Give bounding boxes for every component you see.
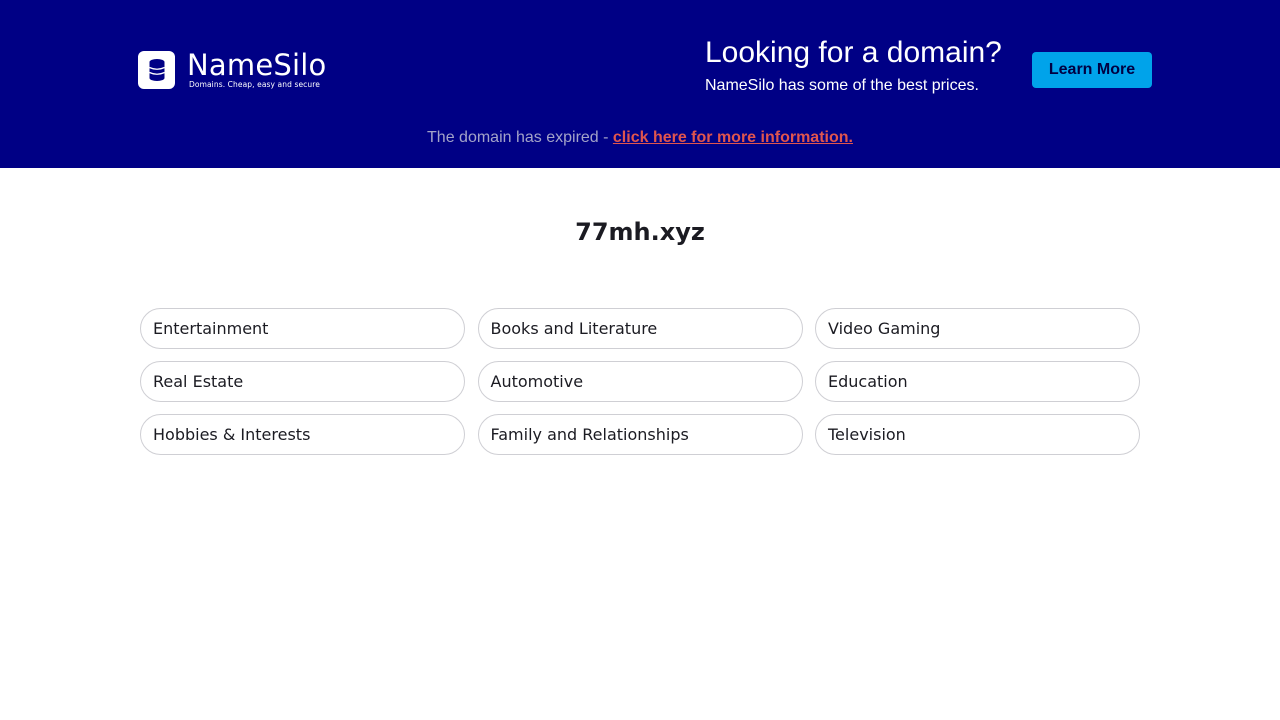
database-icon bbox=[138, 51, 175, 89]
category-link[interactable]: Television bbox=[815, 414, 1140, 455]
expired-notice: The domain has expired - click here for … bbox=[0, 128, 1280, 148]
category-link[interactable]: Family and Relationships bbox=[477, 414, 803, 455]
logo-name: NameSilo bbox=[187, 48, 327, 82]
expired-text: The domain has expired - bbox=[427, 129, 613, 146]
domain-title: 77mh.xyz bbox=[575, 218, 705, 246]
promo-banner: NameSilo Domains. Cheap, easy and secure… bbox=[0, 0, 1280, 168]
category-grid: Entertainment Books and Literature Video… bbox=[140, 308, 1140, 455]
promo-title: Looking for a domain? bbox=[705, 36, 1002, 69]
logo-text: NameSilo Domains. Cheap, easy and secure bbox=[187, 50, 326, 90]
category-link[interactable]: Books and Literature bbox=[477, 308, 803, 349]
category-link[interactable]: Entertainment bbox=[140, 308, 465, 349]
logo-tagline: Domains. Cheap, easy and secure bbox=[189, 80, 320, 89]
category-link[interactable]: Education bbox=[815, 361, 1140, 402]
category-link[interactable]: Automotive bbox=[477, 361, 803, 402]
learn-more-button[interactable]: Learn More bbox=[1032, 52, 1152, 88]
category-link[interactable]: Video Gaming bbox=[815, 308, 1140, 349]
more-info-link[interactable]: click here for more information. bbox=[613, 129, 853, 146]
category-link[interactable]: Hobbies & Interests bbox=[140, 414, 465, 455]
namesilo-logo[interactable]: NameSilo Domains. Cheap, easy and secure bbox=[138, 50, 326, 90]
category-link[interactable]: Real Estate bbox=[140, 361, 465, 402]
promo-subtitle: NameSilo has some of the best prices. bbox=[705, 77, 979, 94]
promo-text: Looking for a domain? NameSilo has some … bbox=[705, 36, 1002, 96]
